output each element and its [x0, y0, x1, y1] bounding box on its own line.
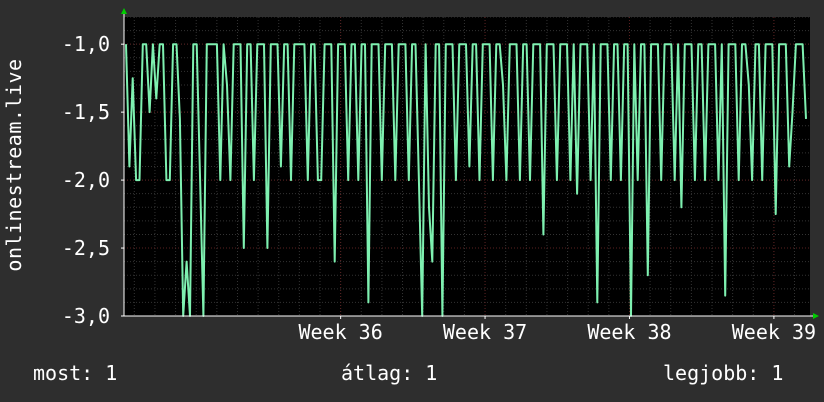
y-tick-label: -1,0: [62, 32, 110, 56]
x-tick-label: Week 39: [732, 320, 816, 344]
x-tick-label: Week 38: [587, 320, 671, 344]
stats-footer: most: 1 átlag: 1 legjobb: 1: [0, 361, 824, 391]
y-axis-title-wrapper: onlinestream.live: [0, 0, 30, 402]
stat-current: most: 1: [33, 361, 118, 385]
y-axis-title: onlinestream.live: [2, 58, 26, 272]
chart-canvas: -1,0-1,5-2,0-2,5-3,0 Week 36 Week 37 Week …: [62, 8, 819, 344]
stat-average: átlag: 1: [341, 361, 438, 385]
x-axis-ticks: Week 36 Week 37 Week 38 Week 39: [298, 316, 816, 344]
x-tick-label: Week 36: [298, 320, 382, 344]
y-axis-ticks: -1,0 -1,5 -2,0 -2,5 -3,0: [62, 32, 124, 328]
stat-maximum: legjobb: 1: [663, 361, 784, 385]
y-tick-label: -3,0: [62, 304, 110, 328]
y-tick-label: -2,0: [62, 168, 110, 192]
x-axis-arrow-icon: [813, 313, 819, 319]
y-tick-label: -1,5: [62, 100, 110, 124]
y-axis-arrow-icon: [121, 8, 127, 14]
y-tick-label: -2,5: [62, 236, 110, 260]
x-tick-label: Week 37: [443, 320, 527, 344]
